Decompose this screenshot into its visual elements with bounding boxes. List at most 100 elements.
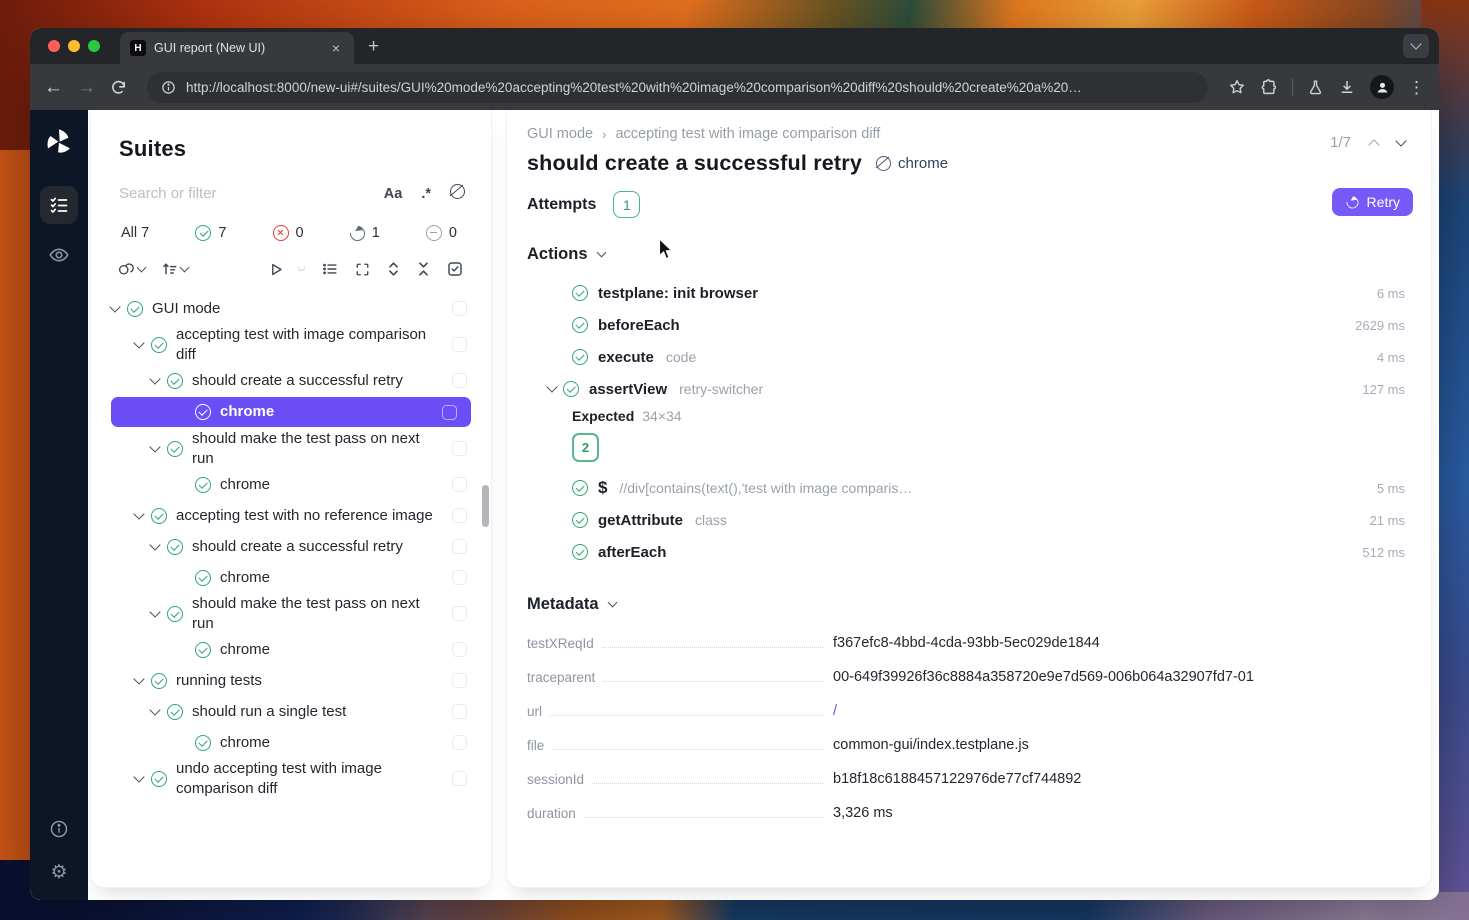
- actions-header[interactable]: Actions: [527, 245, 1407, 264]
- action-row[interactable]: getAttribute class 21 ms: [527, 504, 1407, 536]
- bookmark-star-icon[interactable]: [1228, 78, 1246, 96]
- chevron-down-icon[interactable]: [149, 441, 160, 452]
- match-case-toggle[interactable]: Aa: [384, 186, 403, 202]
- site-info-icon[interactable]: [161, 80, 176, 95]
- tree-item[interactable]: should make the test pass on next run: [91, 593, 491, 634]
- chevron-down-icon[interactable]: [133, 508, 144, 519]
- expand-all-button[interactable]: [387, 261, 400, 277]
- filter-retried[interactable]: 1: [350, 225, 380, 241]
- chevron-down-icon[interactable]: [133, 771, 144, 782]
- run-options-dropdown[interactable]: [298, 268, 305, 271]
- chevron-down-icon[interactable]: [109, 301, 120, 312]
- retry-button[interactable]: Retry: [1332, 188, 1413, 216]
- filter-passed[interactable]: 7: [195, 225, 226, 241]
- tree-item-checkbox[interactable]: [452, 441, 467, 456]
- close-window-button[interactable]: [48, 40, 60, 52]
- downloads-icon[interactable]: [1338, 78, 1356, 96]
- chevron-down-icon[interactable]: [546, 381, 557, 392]
- select-all-checkbox[interactable]: [447, 261, 463, 277]
- extensions-icon[interactable]: [1260, 78, 1278, 96]
- action-row[interactable]: execute code 4 ms: [527, 341, 1407, 373]
- action-row[interactable]: testplane: init browser 6 ms: [527, 277, 1407, 309]
- sidebar-item-visual-checks[interactable]: [48, 244, 70, 266]
- address-bar[interactable]: http://localhost:8000/new-ui#/suites/GUI…: [147, 72, 1208, 103]
- browser-menu-icon[interactable]: ⋮: [1408, 79, 1425, 96]
- tree-item-checkbox[interactable]: [452, 771, 467, 786]
- action-row-assert-view[interactable]: assertView retry-switcher 127 ms: [527, 373, 1407, 405]
- tree-item-checkbox[interactable]: [452, 373, 467, 388]
- tree-item-checkbox[interactable]: [452, 735, 467, 750]
- run-tests-button[interactable]: [269, 262, 284, 277]
- back-button[interactable]: ←: [44, 78, 63, 97]
- tree-item[interactable]: accepting test with no reference image: [91, 500, 491, 531]
- tree-item[interactable]: chrome: [91, 634, 491, 665]
- url-text[interactable]: http://localhost:8000/new-ui#/suites/GUI…: [186, 80, 1082, 95]
- profile-avatar[interactable]: [1370, 75, 1394, 99]
- chevron-down-icon[interactable]: [149, 704, 160, 715]
- filter-browser-toggle[interactable]: [450, 184, 465, 203]
- sort-dropdown[interactable]: [162, 261, 188, 277]
- tree-item[interactable]: chrome: [91, 469, 491, 500]
- tree-item[interactable]: running tests: [91, 665, 491, 696]
- tree-item[interactable]: should run a single test: [91, 696, 491, 727]
- tree-item-checkbox[interactable]: [452, 477, 467, 492]
- tree-item[interactable]: should create a successful retry: [91, 531, 491, 562]
- attempt-badge[interactable]: 1: [613, 191, 640, 218]
- tree-item[interactable]: should make the test pass on next run: [91, 428, 491, 469]
- tree-item-checkbox[interactable]: [452, 704, 467, 719]
- settings-button[interactable]: ⚙: [50, 861, 67, 884]
- view-list-button[interactable]: [322, 262, 338, 276]
- tree-item-checkbox[interactable]: [452, 606, 467, 621]
- labs-flask-icon[interactable]: [1307, 79, 1324, 96]
- minimize-window-button[interactable]: [68, 40, 80, 52]
- action-row[interactable]: beforeEach 2629 ms: [527, 309, 1407, 341]
- info-button[interactable]: [49, 819, 69, 839]
- tree-item-checkbox[interactable]: [452, 642, 467, 657]
- metadata-header[interactable]: Metadata: [527, 595, 1407, 614]
- tree-item[interactable]: should create a successful retry: [91, 365, 491, 396]
- tree-item[interactable]: GUI mode: [91, 293, 491, 324]
- collapse-all-button[interactable]: [417, 261, 430, 277]
- filter-all[interactable]: All 7: [121, 225, 149, 241]
- tree-item-checkbox[interactable]: [452, 673, 467, 688]
- breadcrumb-child[interactable]: accepting test with image comparison dif…: [615, 126, 880, 142]
- focus-mode-button[interactable]: [355, 262, 370, 277]
- tree-item[interactable]: undo accepting test with image compariso…: [91, 758, 491, 799]
- tree-item-checkbox[interactable]: [452, 508, 467, 523]
- tab-search-button[interactable]: [1403, 34, 1429, 58]
- group-by-browser-dropdown[interactable]: [117, 261, 145, 277]
- chevron-down-icon[interactable]: [149, 373, 160, 384]
- regex-toggle[interactable]: .*: [421, 186, 431, 202]
- reload-button[interactable]: [110, 79, 127, 96]
- new-tab-button[interactable]: +: [368, 36, 379, 58]
- chevron-down-icon[interactable]: [149, 539, 160, 550]
- sidebar-item-suites[interactable]: [40, 186, 78, 224]
- zoom-window-button[interactable]: [88, 40, 100, 52]
- action-row[interactable]: afterEach 512 ms: [527, 536, 1407, 568]
- search-input[interactable]: [119, 185, 365, 202]
- browser-tab[interactable]: H GUI report (New UI) ×: [120, 32, 354, 64]
- action-row[interactable]: $ //div[contains(text(),'test with image…: [527, 472, 1407, 504]
- tree-item[interactable]: chrome: [91, 562, 491, 593]
- filter-failed[interactable]: 0: [273, 225, 304, 241]
- chevron-down-icon[interactable]: [149, 606, 160, 617]
- filter-skipped[interactable]: 0: [426, 225, 457, 241]
- chevron-up-icon[interactable]: [1368, 139, 1379, 150]
- tree-item-checkbox[interactable]: [442, 405, 457, 420]
- chevron-down-icon[interactable]: [1395, 135, 1406, 146]
- chevron-down-icon[interactable]: [133, 337, 144, 348]
- expected-screenshot-thumbnail[interactable]: 2: [572, 433, 599, 462]
- metadata-value-url-link[interactable]: /: [833, 703, 837, 719]
- tree-item[interactable]: accepting test with image comparison dif…: [91, 324, 491, 365]
- breadcrumb-parent[interactable]: GUI mode: [527, 126, 593, 142]
- chevron-down-icon[interactable]: [133, 673, 144, 684]
- tab-close-icon[interactable]: ×: [328, 39, 344, 57]
- forward-button[interactable]: →: [77, 78, 96, 97]
- tree-item-checkbox[interactable]: [452, 570, 467, 585]
- tree-item-checkbox[interactable]: [452, 337, 467, 352]
- tree-item-checkbox[interactable]: [452, 301, 467, 316]
- tree-item-selected[interactable]: chrome: [111, 397, 471, 427]
- tree-item-checkbox[interactable]: [452, 539, 467, 554]
- tree-item[interactable]: chrome: [91, 727, 491, 758]
- tree-scrollbar[interactable]: [482, 485, 489, 527]
